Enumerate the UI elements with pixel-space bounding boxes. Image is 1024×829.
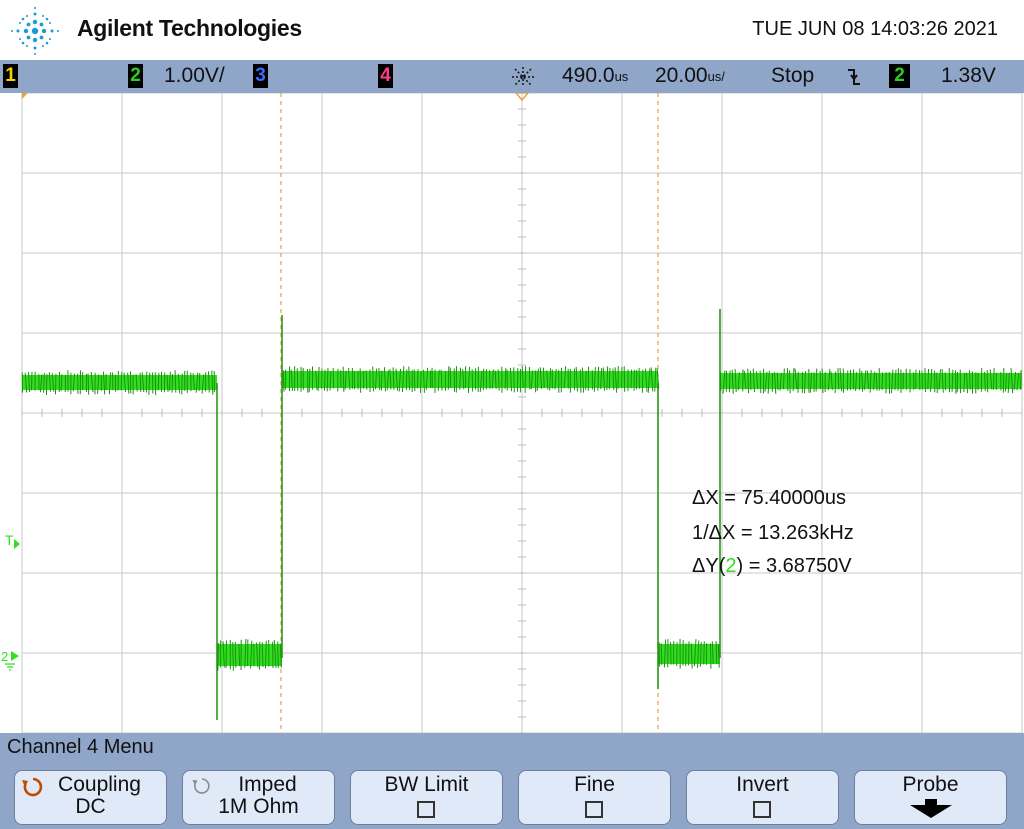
coupling-value: DC — [75, 795, 106, 818]
status-bar: 1 2 1.00V/ 3 4 490.0us 20.00us/ Stop 2 1… — [0, 60, 1024, 93]
channel-1-indicator[interactable]: 1 — [3, 64, 18, 88]
inverse-delta-x-readout: 1/ΔX = 13.263kHz — [692, 522, 854, 544]
bw-limit-label: BW Limit — [384, 773, 469, 796]
submenu-arrow-down-icon — [910, 799, 952, 818]
bw-limit-checkbox[interactable] — [417, 801, 435, 818]
channel-2-scale: 1.00V/ — [164, 64, 225, 87]
header: Agilent Technologies TUE JUN 08 14:03:26… — [0, 0, 1024, 60]
delay-icon — [512, 67, 534, 87]
impedance-label: Imped — [238, 773, 297, 796]
delta-y-readout: ΔY(2) = 3.68750V — [692, 555, 852, 577]
run-state: Stop — [771, 64, 815, 87]
bw-limit-softkey[interactable]: BW Limit — [350, 770, 503, 825]
channel-menu-bar: Channel 4 Menu Coupling DC Imped 1M Ohm … — [0, 733, 1024, 829]
agilent-spark-logo-icon — [11, 7, 59, 55]
invert-checkbox[interactable] — [753, 801, 771, 818]
trigger-level-marker: T — [5, 532, 14, 548]
impedance-softkey[interactable]: Imped 1M Ohm — [182, 770, 335, 825]
delay-value: 490.0 — [562, 64, 615, 87]
invert-label: Invert — [736, 773, 789, 796]
brand-name: Agilent Technologies — [77, 15, 302, 41]
date-time: TUE JUN 08 14:03:26 2021 — [752, 18, 998, 40]
delay-unit: us — [614, 69, 629, 84]
graticule: T 2 ΔX = 75.40000us 1/ΔX = 13.263kHz ΔY(… — [0, 93, 1024, 733]
menu-title: Channel 4 Menu — [7, 736, 154, 758]
falling-edge-trigger-icon — [848, 69, 860, 85]
probe-label: Probe — [902, 773, 959, 796]
coupling-softkey[interactable]: Coupling DC — [14, 770, 167, 825]
waveform-display: T 2 ΔX = 75.40000us 1/ΔX = 13.263kHz ΔY(… — [0, 93, 1024, 733]
trigger-source-indicator[interactable]: 2 — [889, 64, 910, 88]
ground-reference-marker: 2 — [1, 649, 8, 664]
fine-checkbox[interactable] — [585, 801, 603, 818]
channel-4-indicator[interactable]: 4 — [378, 64, 393, 88]
timebase-value: 20.00 — [655, 64, 708, 87]
delta-x-readout: ΔX = 75.40000us — [692, 487, 846, 509]
fine-label: Fine — [574, 773, 615, 796]
probe-softkey[interactable]: Probe — [854, 770, 1007, 825]
timebase-unit: us/ — [707, 69, 725, 84]
channel-3-indicator[interactable]: 3 — [253, 64, 268, 88]
trigger-level: 1.38V — [941, 64, 996, 87]
impedance-value: 1M Ohm — [218, 795, 299, 818]
coupling-label: Coupling — [58, 773, 141, 796]
channel-2-indicator[interactable]: 2 — [128, 64, 143, 88]
fine-softkey[interactable]: Fine — [518, 770, 671, 825]
invert-softkey[interactable]: Invert — [686, 770, 839, 825]
